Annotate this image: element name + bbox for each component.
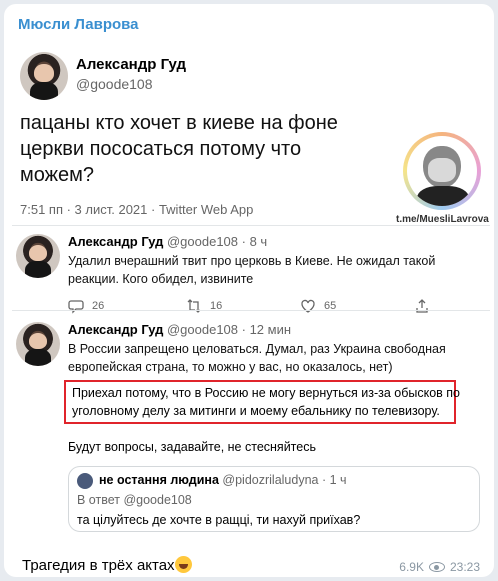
quote-avatar	[77, 473, 93, 489]
message-time: 23:23	[449, 560, 480, 574]
highlighted-text: Приехал потому, что в Россию не могу вер…	[72, 386, 461, 418]
watermark-logo	[403, 132, 481, 210]
tweet-screenshot[interactable]: Александр Гуд @goode108 пацаны кто хочет…	[12, 42, 490, 538]
like-action[interactable]: 65	[300, 298, 336, 314]
reply-avatar	[16, 322, 60, 366]
retweet-icon	[187, 299, 201, 313]
message-caption: Трагедия в трёх актах	[22, 556, 192, 574]
watermark-text: t.me/MuesliLavrova	[396, 214, 489, 225]
eye-icon	[428, 562, 445, 572]
quoted-tweet[interactable]: не остання людина @pidozrilaludyna · 1 ч…	[68, 466, 480, 532]
divider	[12, 310, 490, 311]
author-handle: @goode108	[76, 76, 153, 92]
tweet-actions: 26 16 65	[68, 298, 478, 318]
reply-text: В России запрещено целоваться. Думал, ра…	[68, 342, 446, 374]
author-name: Александр Гуд	[76, 56, 187, 73]
main-tweet-text: пацаны кто хочет в киеве на фоне церкви …	[20, 112, 338, 186]
channel-name[interactable]: Мюсли Лаврова	[18, 16, 139, 33]
author-avatar	[20, 52, 68, 100]
share-icon	[416, 299, 428, 313]
comment-icon	[68, 300, 84, 314]
questions-text: Будут вопросы, задавайте, не стесняйтесь	[68, 440, 316, 454]
divider	[12, 225, 490, 226]
reply-text: Удалил вчерашний твит про церковь в Киев…	[68, 254, 436, 286]
tweet-meta: 7:51 пп · 3 лист. 2021 · Twitter Web App	[20, 202, 254, 217]
heart-icon	[301, 299, 315, 313]
reply-action[interactable]: 26	[68, 298, 104, 314]
reply-author: Александр Гуд @goode108 · 12 мин	[68, 322, 292, 337]
share-action[interactable]	[414, 298, 430, 314]
message-bubble: Мюсли Лаврова Александр Гуд @goode108 па…	[4, 4, 494, 577]
laughing-emoji-icon	[174, 556, 192, 573]
reply-author: Александр Гуд @goode108 · 8 ч	[68, 234, 268, 249]
view-count: 6.9K	[399, 560, 424, 574]
quote-author: не остання людина @pidozrilaludyna · 1 ч	[99, 473, 347, 487]
reply-avatar	[16, 234, 60, 278]
message-stats: 6.9K 23:23	[399, 560, 480, 574]
quote-text: та цілуйтесь де хочте в ращці, ти нахуй …	[77, 513, 361, 527]
retweet-action[interactable]: 16	[186, 298, 222, 314]
quote-reply-to: В ответ @goode108	[77, 493, 192, 507]
